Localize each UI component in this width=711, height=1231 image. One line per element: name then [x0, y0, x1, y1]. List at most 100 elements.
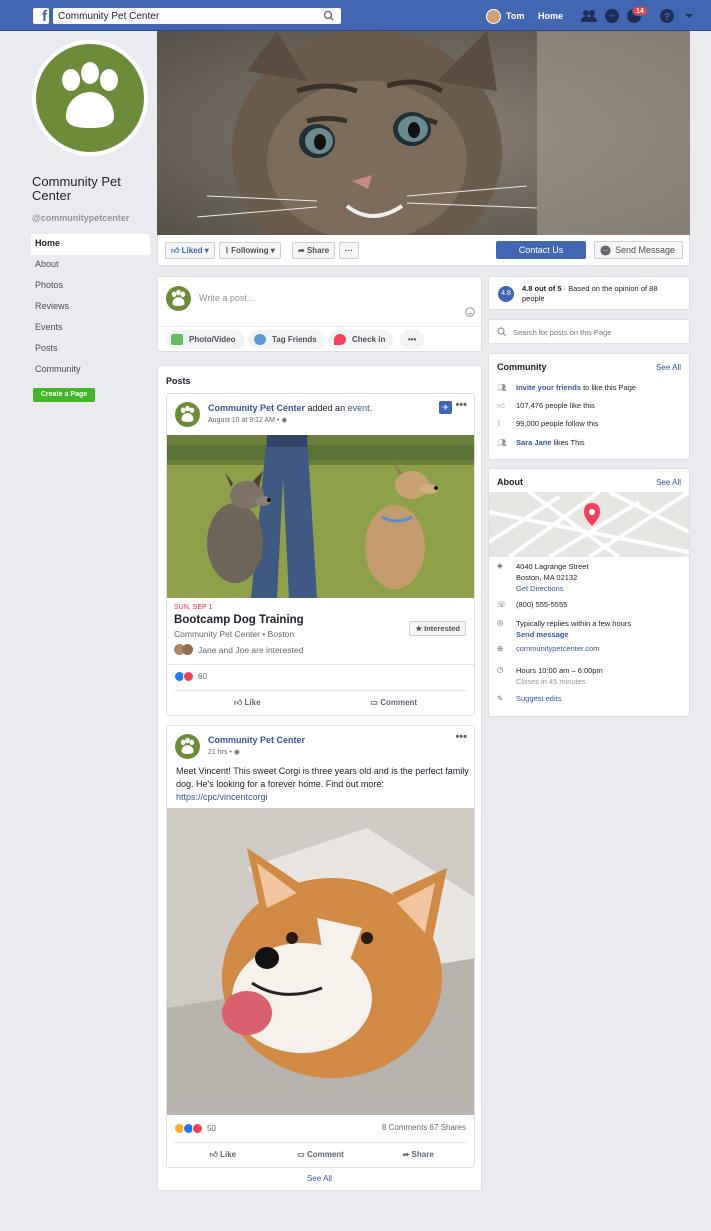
check-in-button[interactable]: Check in	[328, 330, 394, 349]
corgi-photo[interactable]	[167, 808, 475, 1115]
see-all-posts-link[interactable]: See All	[158, 1174, 481, 1183]
more-composer-options[interactable]: •••	[400, 330, 425, 349]
globe-icon: ◉	[233, 749, 240, 756]
facebook-logo-icon[interactable]: f	[33, 8, 49, 24]
post-author-link[interactable]: Community Pet Center	[208, 403, 305, 413]
about-see-all-link[interactable]: See All	[656, 478, 681, 487]
rating-bold: 4.8 out of 5	[522, 284, 562, 293]
like-button[interactable]: 👍︎ Like	[174, 1143, 272, 1166]
sidebar-item-events[interactable]: Events	[31, 318, 150, 339]
love-reaction-icon	[192, 1122, 203, 1134]
website-link[interactable]: communitypetcenter.com	[516, 644, 599, 653]
website-row: ⊕ communitypetcenter.com	[497, 644, 599, 655]
event-photo-dogs[interactable]	[167, 435, 475, 598]
friend-requests-icon[interactable]	[580, 7, 598, 25]
post-options-button[interactable]: •••	[455, 731, 467, 743]
globe-icon: ◉	[281, 417, 288, 424]
engagement-counts: 8 Comments 67 Shares	[382, 1123, 466, 1132]
search-icon[interactable]	[321, 9, 337, 23]
sidebar-item-posts[interactable]: Posts	[31, 339, 150, 360]
global-search-box[interactable]	[53, 8, 341, 24]
tag-friends-label: Tag Friends	[272, 335, 317, 344]
help-icon[interactable]: ?	[658, 7, 676, 25]
invite-friends-link[interactable]: Invite your friends	[516, 383, 581, 392]
send-message-button[interactable]: Send Message	[594, 241, 683, 259]
phone-row: ☏ (800) 555-5555	[497, 600, 567, 611]
home-link[interactable]: Home	[538, 11, 563, 21]
following-button[interactable]: ⌇ Following ▾	[219, 242, 281, 259]
send-message-label: Send Message	[615, 245, 676, 255]
post-url-link[interactable]: https://cpc/vincentcorgi	[176, 792, 268, 802]
community-see-all-link[interactable]: See All	[656, 363, 681, 372]
account-menu-chevron-icon[interactable]	[680, 7, 698, 25]
reactions-summary[interactable]: 50	[174, 1121, 216, 1135]
paw-logo-icon	[180, 737, 195, 754]
user-name: Tom	[506, 11, 525, 21]
rss-icon: ⌇	[225, 246, 229, 255]
event-link[interactable]: event.	[348, 403, 373, 413]
global-search-input[interactable]	[53, 8, 313, 24]
user-avatar	[486, 8, 501, 24]
sidebar-item-community[interactable]: Community	[31, 360, 150, 381]
create-page-button[interactable]: Create a Page	[33, 388, 95, 402]
page-search-input[interactable]	[513, 325, 683, 339]
share-button[interactable]: ➦ Share	[369, 1143, 467, 1166]
page-sidebar-nav: Home About Photos Reviews Events Posts C…	[31, 234, 150, 381]
comment-button[interactable]: ▭ Comment	[272, 1143, 370, 1166]
composer-divider	[158, 326, 481, 327]
sidebar-item-photos[interactable]: Photos	[31, 276, 150, 297]
messenger-icon[interactable]	[603, 7, 621, 25]
sidebar-item-about[interactable]: About	[31, 255, 150, 276]
post-page-avatar[interactable]	[175, 734, 200, 759]
suggest-edits-row: ✎ Suggest edits	[497, 694, 561, 705]
write-post-input[interactable]: Write a post...	[199, 293, 254, 303]
page-post-search[interactable]	[488, 319, 690, 344]
send-message-link[interactable]: Send message	[516, 630, 569, 639]
cover-photo-kitten[interactable]	[157, 31, 690, 235]
suggest-edits-link[interactable]: Suggest edits	[516, 694, 561, 703]
liked-button[interactable]: 👍︎ Liked ▾	[165, 242, 215, 259]
people-icon: 👥︎	[497, 438, 507, 447]
profile-link[interactable]: Tom	[486, 8, 524, 24]
like-button[interactable]: 👍︎ Like	[174, 691, 321, 714]
posts-section: Posts Community Pet Center added an even…	[157, 365, 482, 1191]
messenger-response-row: ◎ Typically replies within a few hours S…	[497, 618, 631, 640]
event-date: SUN, SEP 1	[174, 604, 213, 611]
rating-card[interactable]: 4.8 4.8 out of 5 · Based on the opinion …	[488, 276, 690, 310]
contact-us-button[interactable]: Contact Us	[496, 241, 586, 259]
about-card: About See All ◈ 4040 Lagrange Street Bos…	[488, 468, 690, 717]
share-count-link[interactable]: 67 Shares	[430, 1123, 466, 1132]
comment-count-link[interactable]: 8 Comments	[382, 1123, 427, 1132]
emoji-icon[interactable]	[465, 307, 475, 317]
photo-icon	[171, 334, 183, 345]
more-options-button[interactable]: ···	[339, 242, 359, 259]
photo-video-button[interactable]: Photo/Video	[165, 330, 244, 349]
svg-text:?: ?	[664, 12, 670, 23]
tag-friends-button[interactable]: Tag Friends	[248, 330, 325, 349]
post-actions-bar: 👍︎ Like ▭ Comment ➦ Share	[174, 1142, 467, 1166]
sidebar-item-reviews[interactable]: Reviews	[31, 297, 150, 318]
pin-icon[interactable]: ✈	[439, 401, 452, 414]
address-row: ◈ 4040 Lagrange Street Boston, MA 02132 …	[497, 561, 589, 594]
reactions-summary[interactable]: 60	[174, 669, 207, 683]
post-timestamp[interactable]: 21 hrs • ◉	[208, 748, 240, 756]
phone-number: (800) 555-5555	[516, 600, 568, 609]
friend-likes-row: 👥︎ Sara Jane likes This	[497, 438, 585, 449]
post-actions-bar: 👍︎ Like ▭ Comment	[174, 690, 467, 714]
check-in-label: Check in	[352, 335, 386, 344]
post-timestamp[interactable]: August 10 at 9:12 AM • ◉	[208, 416, 287, 424]
post-author-link[interactable]: Community Pet Center	[208, 735, 305, 745]
interested-button[interactable]: ★ Interested	[409, 621, 466, 636]
event-title[interactable]: Bootcamp Dog Training	[174, 614, 304, 626]
post-page-avatar[interactable]	[175, 402, 200, 427]
friend-name-link[interactable]: Sara Jane	[516, 438, 551, 447]
location-map[interactable]	[489, 492, 689, 557]
share-page-button[interactable]: ➦ Share	[292, 242, 336, 259]
get-directions-link[interactable]: Get Directions	[516, 584, 564, 593]
page-action-bar: 👍︎ Liked ▾ ⌇ Following ▾ ➦ Share ··· Con…	[157, 235, 690, 266]
comment-button[interactable]: ▭ Comment	[321, 691, 468, 714]
post-options-button[interactable]: •••	[455, 399, 467, 411]
page-profile-picture[interactable]	[32, 40, 148, 156]
sidebar-item-home[interactable]: Home	[31, 234, 150, 255]
directions-icon: ◈	[497, 561, 503, 570]
